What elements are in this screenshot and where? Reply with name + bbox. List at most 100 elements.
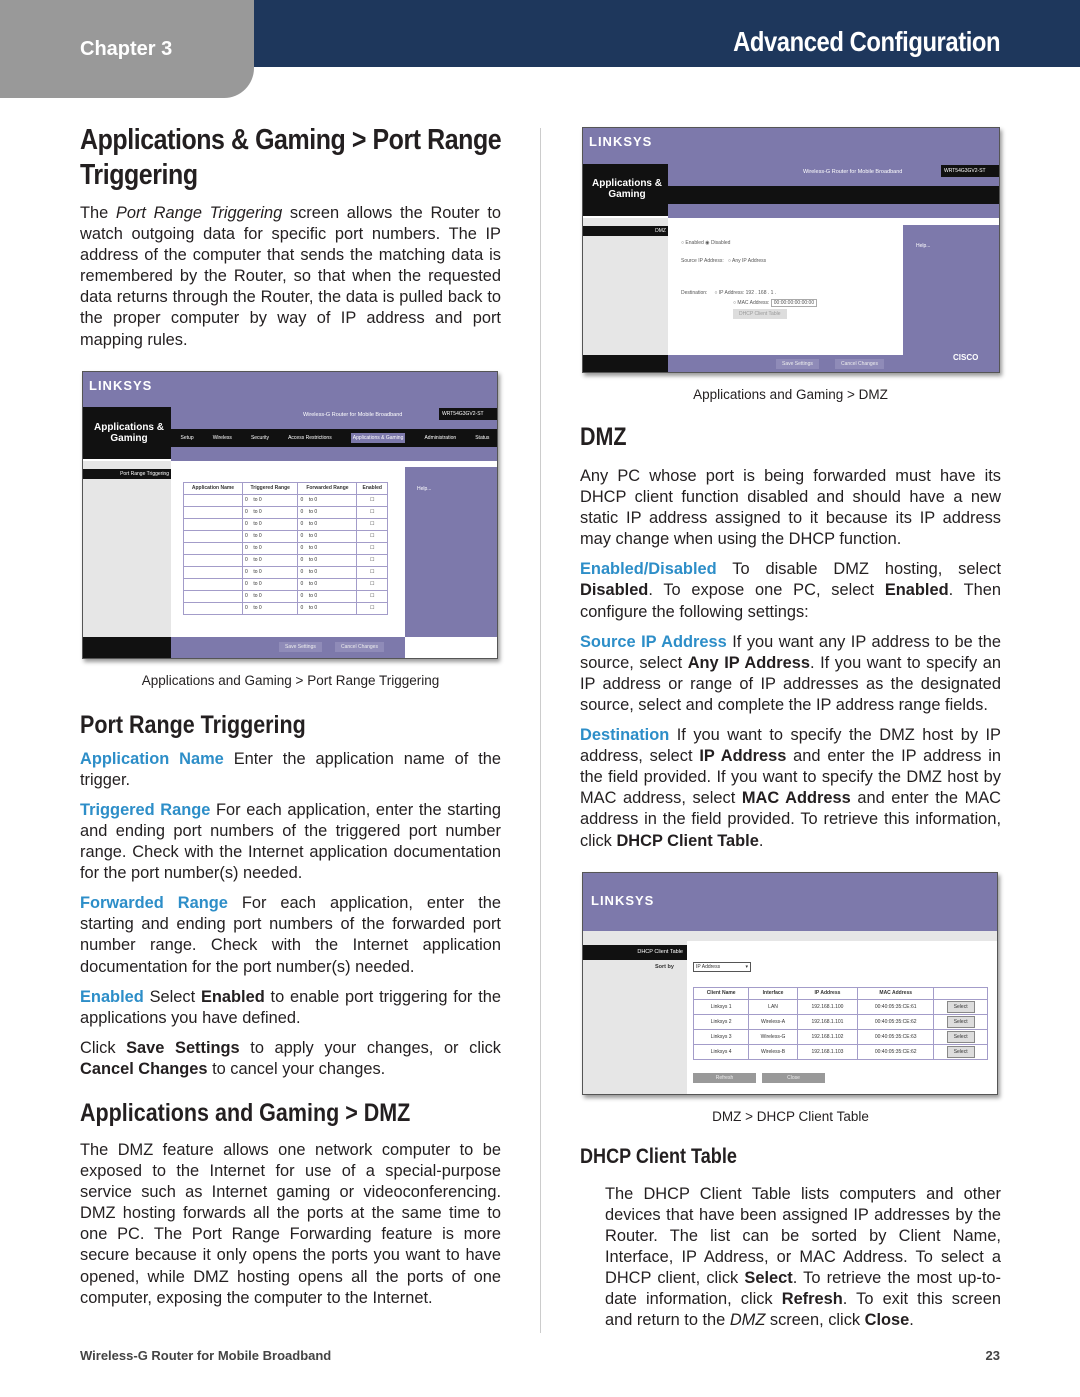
triggered-range-inputs[interactable]: 0 to 0 [241,565,299,579]
text-run: Any PC whose port is being forwarded mus… [580,467,1001,549]
select-button[interactable]: Select [946,1015,975,1028]
triggered-range-inputs[interactable]: 0 to 0 [241,505,299,519]
dmz-enable-radios[interactable]: ○ Enabled ◉ Disabled [681,240,817,246]
close-button[interactable]: Close [762,1072,825,1083]
forwarded-range-inputs[interactable]: 0 to 0 [297,517,358,531]
application-name-input[interactable] [183,601,243,615]
dhcp-client-table-button[interactable]: DHCP Client Table [733,309,787,319]
tab-status[interactable]: Status [475,435,489,441]
table-cell: Linksys 2 [692,1013,750,1030]
application-name-input[interactable] [183,553,243,567]
table-row: 0 to 00 to 0 ☐ [183,529,388,543]
enabled-checkbox[interactable]: ☐ [356,517,388,531]
linksys-logo: LINKSYS [589,134,653,149]
forwarded-range-inputs[interactable]: 0 to 0 [297,601,358,615]
text-run: screen, click [765,1311,865,1330]
sort-by-select[interactable]: IP Address ▾ [693,961,751,972]
text-run: Any IP Address [687,653,810,672]
section-heading: Applications and Gaming > DMZ [80,1098,411,1127]
help-link[interactable]: Help... [417,486,431,492]
application-name-input[interactable] [183,529,243,543]
text-run: Disabled [580,581,649,600]
triggered-range-inputs[interactable]: 0 to 0 [241,493,299,507]
select-button[interactable]: Select [946,1000,975,1013]
mac-address-radio[interactable]: MAC Address: [737,300,769,306]
triggered-range-inputs[interactable]: 0 to 0 [241,553,299,567]
text-run: Enabled [200,987,265,1006]
triggered-range-inputs[interactable]: 0 to 0 [241,589,299,603]
select-button[interactable]: Select [946,1045,975,1058]
page-title: Applications & Gaming > Port Range Trigg… [80,124,502,191]
tab-applications-gaming[interactable]: Applications & Gaming [350,432,406,443]
cancel-changes-button[interactable]: Cancel Changes [835,359,884,369]
body-paragraph: Enabled/Disabled To disable DMZ hosting,… [580,559,1001,622]
forwarded-range-inputs[interactable]: 0 to 0 [297,577,358,591]
text-run: to cancel your changes. [207,1059,386,1078]
col-header: IP Address [796,986,859,1000]
forwarded-range-inputs[interactable]: 0 to 0 [297,541,358,555]
forwarded-range-inputs[interactable]: 0 to 0 [297,565,358,579]
col-header: Enabled [356,481,388,495]
save-settings-button[interactable]: Save Settings [279,641,322,652]
enabled-checkbox[interactable]: ☐ [356,565,388,579]
application-name-input[interactable] [183,493,243,507]
enabled-checkbox[interactable]: ☐ [356,553,388,567]
refresh-button[interactable]: Refresh [693,1072,756,1083]
intro-paragraph: The Port Range Triggering screen allows … [80,203,501,351]
application-name-input[interactable] [183,565,243,579]
tab-administration[interactable]: Administration [424,435,456,441]
triggered-range-inputs[interactable]: 0 to 0 [241,517,299,531]
forwarded-range-inputs[interactable]: 0 to 0 [297,505,358,519]
application-name-input[interactable] [183,589,243,603]
cancel-changes-button[interactable]: Cancel Changes [335,641,384,652]
text-run: Select [744,1268,793,1287]
enabled-checkbox[interactable]: ☐ [356,577,388,591]
mac-address-input[interactable]: 00:00:00:00:00:00 [770,299,818,307]
application-name-input[interactable] [183,505,243,519]
col-header: Application Name [183,481,243,495]
forwarded-range-inputs[interactable]: 0 to 0 [297,493,358,507]
forwarded-range-inputs[interactable]: 0 to 0 [297,553,358,567]
tab-setup[interactable]: Setup [181,435,194,441]
dhcp-client-table-screenshot: LINKSYS DHCP Client Table Sort by IP Add… [582,871,998,1095]
sort-by-value: IP Address [696,963,721,970]
triggered-range-inputs[interactable]: 0 to 0 [241,577,299,591]
select-button[interactable]: Select [946,1030,975,1043]
text-run: Cancel Changes [80,1059,208,1078]
enabled-checkbox[interactable]: ☐ [356,601,388,615]
enabled-checkbox[interactable]: ☐ [356,505,388,519]
triggered-range-inputs[interactable]: 0 to 0 [241,541,299,555]
application-name-input[interactable] [183,577,243,591]
figure-caption: Applications and Gaming > Port Range Tri… [141,672,440,688]
triggered-range-inputs[interactable]: 0 to 0 [241,529,299,543]
enabled-checkbox[interactable]: ☐ [356,589,388,603]
body-paragraph: Triggered Range For each application, en… [80,800,501,884]
text-run: . [758,831,764,850]
enabled-checkbox[interactable]: ☐ [356,493,388,507]
text-run: DMZ [729,1311,766,1330]
footer-product: Wireless-G Router for Mobile Broadband [80,1348,332,1363]
save-settings-button[interactable]: Save Settings [776,359,819,369]
triggered-range-inputs[interactable]: 0 to 0 [241,601,299,615]
text-run: The DMZ feature allows one network compu… [80,1140,501,1307]
tab-wireless[interactable]: Wireless [213,435,232,441]
enabled-checkbox[interactable]: ☐ [356,541,388,555]
table-row: 0 to 00 to 0 ☐ [183,505,388,519]
section-header: Advanced Configuration [254,0,1080,67]
tab-access-restrictions[interactable]: Access Restrictions [288,435,332,441]
enabled-checkbox[interactable]: ☐ [356,529,388,543]
any-ip-radio[interactable]: Any IP Address [732,258,766,264]
sort-by-label: Sort by [655,963,674,970]
linksys-logo: LINKSYS [591,892,655,908]
tab-security[interactable]: Security [251,435,269,441]
forwarded-range-inputs[interactable]: 0 to 0 [297,589,358,603]
ip-address-radio[interactable]: IP Address: 192 . 168 . 1 . [719,290,776,296]
help-link[interactable]: Help... [916,243,930,249]
forwarded-range-inputs[interactable]: 0 to 0 [297,529,358,543]
term-label: Enabled/Disabled [580,560,717,579]
col-header: Triggered Range [241,481,299,495]
application-name-input[interactable] [183,517,243,531]
table-cell: 00:40:05:35:CE:63 [857,1028,935,1045]
application-name-input[interactable] [183,541,243,555]
text-run: The [80,204,116,222]
